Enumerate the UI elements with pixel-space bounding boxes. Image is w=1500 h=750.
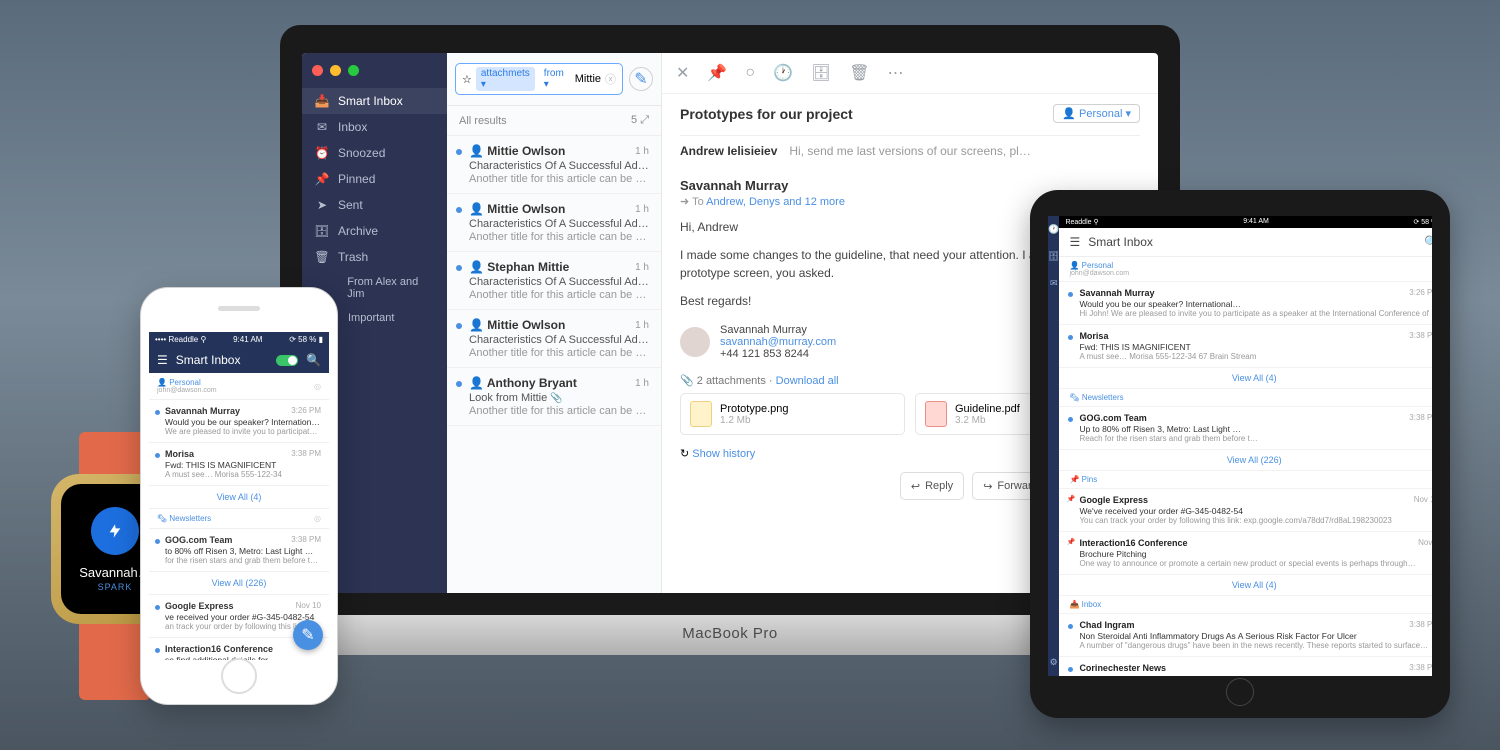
archive-icon[interactable]: 🗄: [811, 63, 831, 83]
compose-button[interactable]: ✎: [629, 67, 653, 91]
view-all-personal[interactable]: View All (4): [149, 486, 329, 509]
ipad-viewall-3[interactable]: View All (4): [1059, 575, 1432, 596]
message-item[interactable]: 👤 Mittie Owlson1 hCharacteristics Of A S…: [447, 194, 661, 252]
star-icon: ☆: [462, 73, 472, 86]
search-icon[interactable]: 🔍: [1424, 235, 1432, 249]
search-field[interactable]: ☆ attachmets ▾ from ▾ Mittie ⓧ: [455, 63, 623, 95]
reply-button[interactable]: ↩ Reply: [900, 472, 964, 500]
search-filter-from[interactable]: from ▾: [539, 67, 571, 91]
ipad-viewall-1[interactable]: View All (4): [1059, 368, 1432, 389]
mark-all-icon[interactable]: ◎: [314, 382, 321, 391]
list-item[interactable]: Corinechester News3:38 PMEnhance Your Li…: [1059, 657, 1432, 676]
list-item[interactable]: Google ExpressNov 10We've received your …: [1059, 489, 1432, 532]
folder-icon: 🗄: [316, 225, 328, 237]
avatar: [680, 327, 710, 357]
minimize-window[interactable]: [330, 65, 341, 76]
window-controls: [302, 53, 447, 84]
message-item[interactable]: 👤 Anthony Bryant1 hLook from Mittie 📎Ano…: [447, 368, 661, 426]
close-icon[interactable]: ✕: [676, 63, 689, 83]
view-all-news[interactable]: View All (226): [149, 572, 329, 595]
iphone-title: Smart Inbox: [176, 353, 268, 367]
sidebar-folder[interactable]: 📥Smart Inbox: [302, 88, 447, 114]
trash-icon[interactable]: 🗑: [849, 63, 869, 83]
folder-icon: 📥: [316, 95, 328, 107]
smart-toggle[interactable]: [276, 355, 298, 366]
ipad-status-bar: Readdle ⚲ 9:41 AM ⟳ 58 % ▮: [1059, 216, 1432, 228]
ipad-personal-section[interactable]: 👤 Personaljohn@dawson.com ◎: [1059, 257, 1432, 282]
rail-archive-icon[interactable]: 🗄: [1048, 251, 1059, 262]
spark-app-icon: [91, 507, 139, 555]
list-item[interactable]: Savannah Murray3:26 PMWould you be our s…: [1059, 282, 1432, 325]
clear-search-icon[interactable]: ⓧ: [605, 71, 616, 87]
watch-app-name: Spark: [98, 582, 133, 592]
search-filter-attachments[interactable]: attachmets ▾: [476, 67, 535, 91]
ipad-device: 🕐 🗄 ✉ ⚙ Readdle ⚲ 9:41 AM ⟳ 58 % ▮ ☰ Sma…: [1030, 190, 1450, 718]
show-history-link[interactable]: Show history: [692, 448, 755, 460]
folder-icon: 📌: [316, 173, 328, 185]
sig-email-link[interactable]: savannah@murray.com: [720, 336, 836, 348]
sidebar-folder[interactable]: 📌Pinned: [302, 166, 447, 192]
menu-icon[interactable]: ☰: [1069, 235, 1080, 249]
maximize-window[interactable]: [348, 65, 359, 76]
search-icon[interactable]: 🔍: [306, 353, 321, 367]
mark-all-icon[interactable]: ◎: [314, 514, 321, 523]
list-item[interactable]: Savannah Murray3:26 PMWould you be our s…: [149, 400, 329, 443]
result-count: 5: [631, 114, 637, 126]
folder-icon: ⏰: [316, 147, 328, 159]
sidebar-folder[interactable]: ⏰Snoozed: [302, 140, 447, 166]
sidebar-folder[interactable]: ➤Sent: [302, 192, 447, 218]
list-item[interactable]: GOG.com Team3:38 PMUp to 80% off Risen 3…: [1059, 407, 1432, 450]
more-icon[interactable]: ⋯: [888, 63, 904, 83]
message-item[interactable]: 👤 Mittie Owlson1 hCharacteristics Of A S…: [447, 136, 661, 194]
folder-icon: 🗑: [316, 251, 328, 263]
list-item[interactable]: Chad Ingram3:38 PMNon Steroidal Anti Inf…: [1059, 614, 1432, 657]
folder-icon: ➤: [316, 199, 328, 211]
macbook-label: MacBook Pro: [682, 625, 778, 642]
rail-mail-icon[interactable]: ✉: [1050, 278, 1058, 289]
ipad-inbox-section[interactable]: 📥 Inbox: [1059, 596, 1432, 614]
recipients-link[interactable]: Andrew, Denys and 12 more: [706, 196, 845, 208]
sidebar-folder[interactable]: 🗄Archive: [302, 218, 447, 244]
message-list-pane: ☆ attachmets ▾ from ▾ Mittie ⓧ ✎ All res…: [447, 53, 662, 593]
ipad-nav-rail: 🕐 🗄 ✉ ⚙: [1048, 216, 1059, 676]
newsletters-section[interactable]: 🗞 Newsletters ◎: [149, 509, 329, 529]
download-all-link[interactable]: Download all: [776, 375, 839, 387]
ipad-title: Smart Inbox: [1088, 235, 1153, 249]
list-item[interactable]: GOG.com Team3:38 PMto 80% off Risen 3, M…: [149, 529, 329, 572]
folder-icon: ✉: [316, 121, 328, 133]
iphone-device: •••• Readdle ⚲ 9:41 AM ⟳ 58 % ▮ ☰ Smart …: [140, 287, 338, 705]
list-item[interactable]: Morisa3:38 PMFwd: THIS IS MAGNIFICENTA m…: [149, 443, 329, 486]
list-item[interactable]: Morisa3:38 PMFwd: THIS IS MAGNIFICENTA m…: [1059, 325, 1432, 368]
attachment[interactable]: Prototype.png1.2 Mb: [680, 393, 905, 435]
message-item[interactable]: 👤 Mittie Owlson1 hCharacteristics Of A S…: [447, 310, 661, 368]
ipad-pins-section[interactable]: 📌 Pins: [1059, 471, 1432, 489]
personal-section[interactable]: 👤 Personaljohn@dawson.com ◎: [149, 373, 329, 400]
list-item[interactable]: Interaction16 ConferenceNov 6Brochure Pi…: [1059, 532, 1432, 575]
iphone-compose-button[interactable]: ✎: [293, 620, 323, 650]
close-window[interactable]: [312, 65, 323, 76]
sidebar-folder[interactable]: 🗑Trash: [302, 244, 447, 270]
search-query: Mittie: [575, 73, 601, 85]
sidebar-folder[interactable]: ✉Inbox: [302, 114, 447, 140]
ipad-viewall-2[interactable]: View All (226): [1059, 450, 1432, 471]
menu-icon[interactable]: ☰: [157, 353, 168, 367]
collapsed-message[interactable]: Andrew Ielisieiev Hi, send me last versi…: [680, 135, 1140, 166]
account-badge[interactable]: 👤 Personal ▾: [1053, 104, 1140, 123]
list-header-label: All results: [459, 115, 507, 127]
mark-read-icon[interactable]: ○: [745, 64, 755, 82]
email-subject: Prototypes for our project: [680, 106, 853, 122]
folder-icon: [326, 282, 337, 294]
pin-icon[interactable]: 📌: [707, 63, 727, 83]
message-item[interactable]: 👤 Stephan Mittie1 hCharacteristics Of A …: [447, 252, 661, 310]
settings-icon[interactable]: ⚙: [1050, 657, 1058, 668]
iphone-status-bar: •••• Readdle ⚲ 9:41 AM ⟳ 58 % ▮: [149, 332, 329, 347]
ipad-newsletters-section[interactable]: 🗞 Newsletters◎: [1059, 389, 1432, 407]
snooze-icon[interactable]: 🕐: [773, 63, 793, 83]
rail-clock-icon[interactable]: 🕐: [1048, 224, 1059, 235]
